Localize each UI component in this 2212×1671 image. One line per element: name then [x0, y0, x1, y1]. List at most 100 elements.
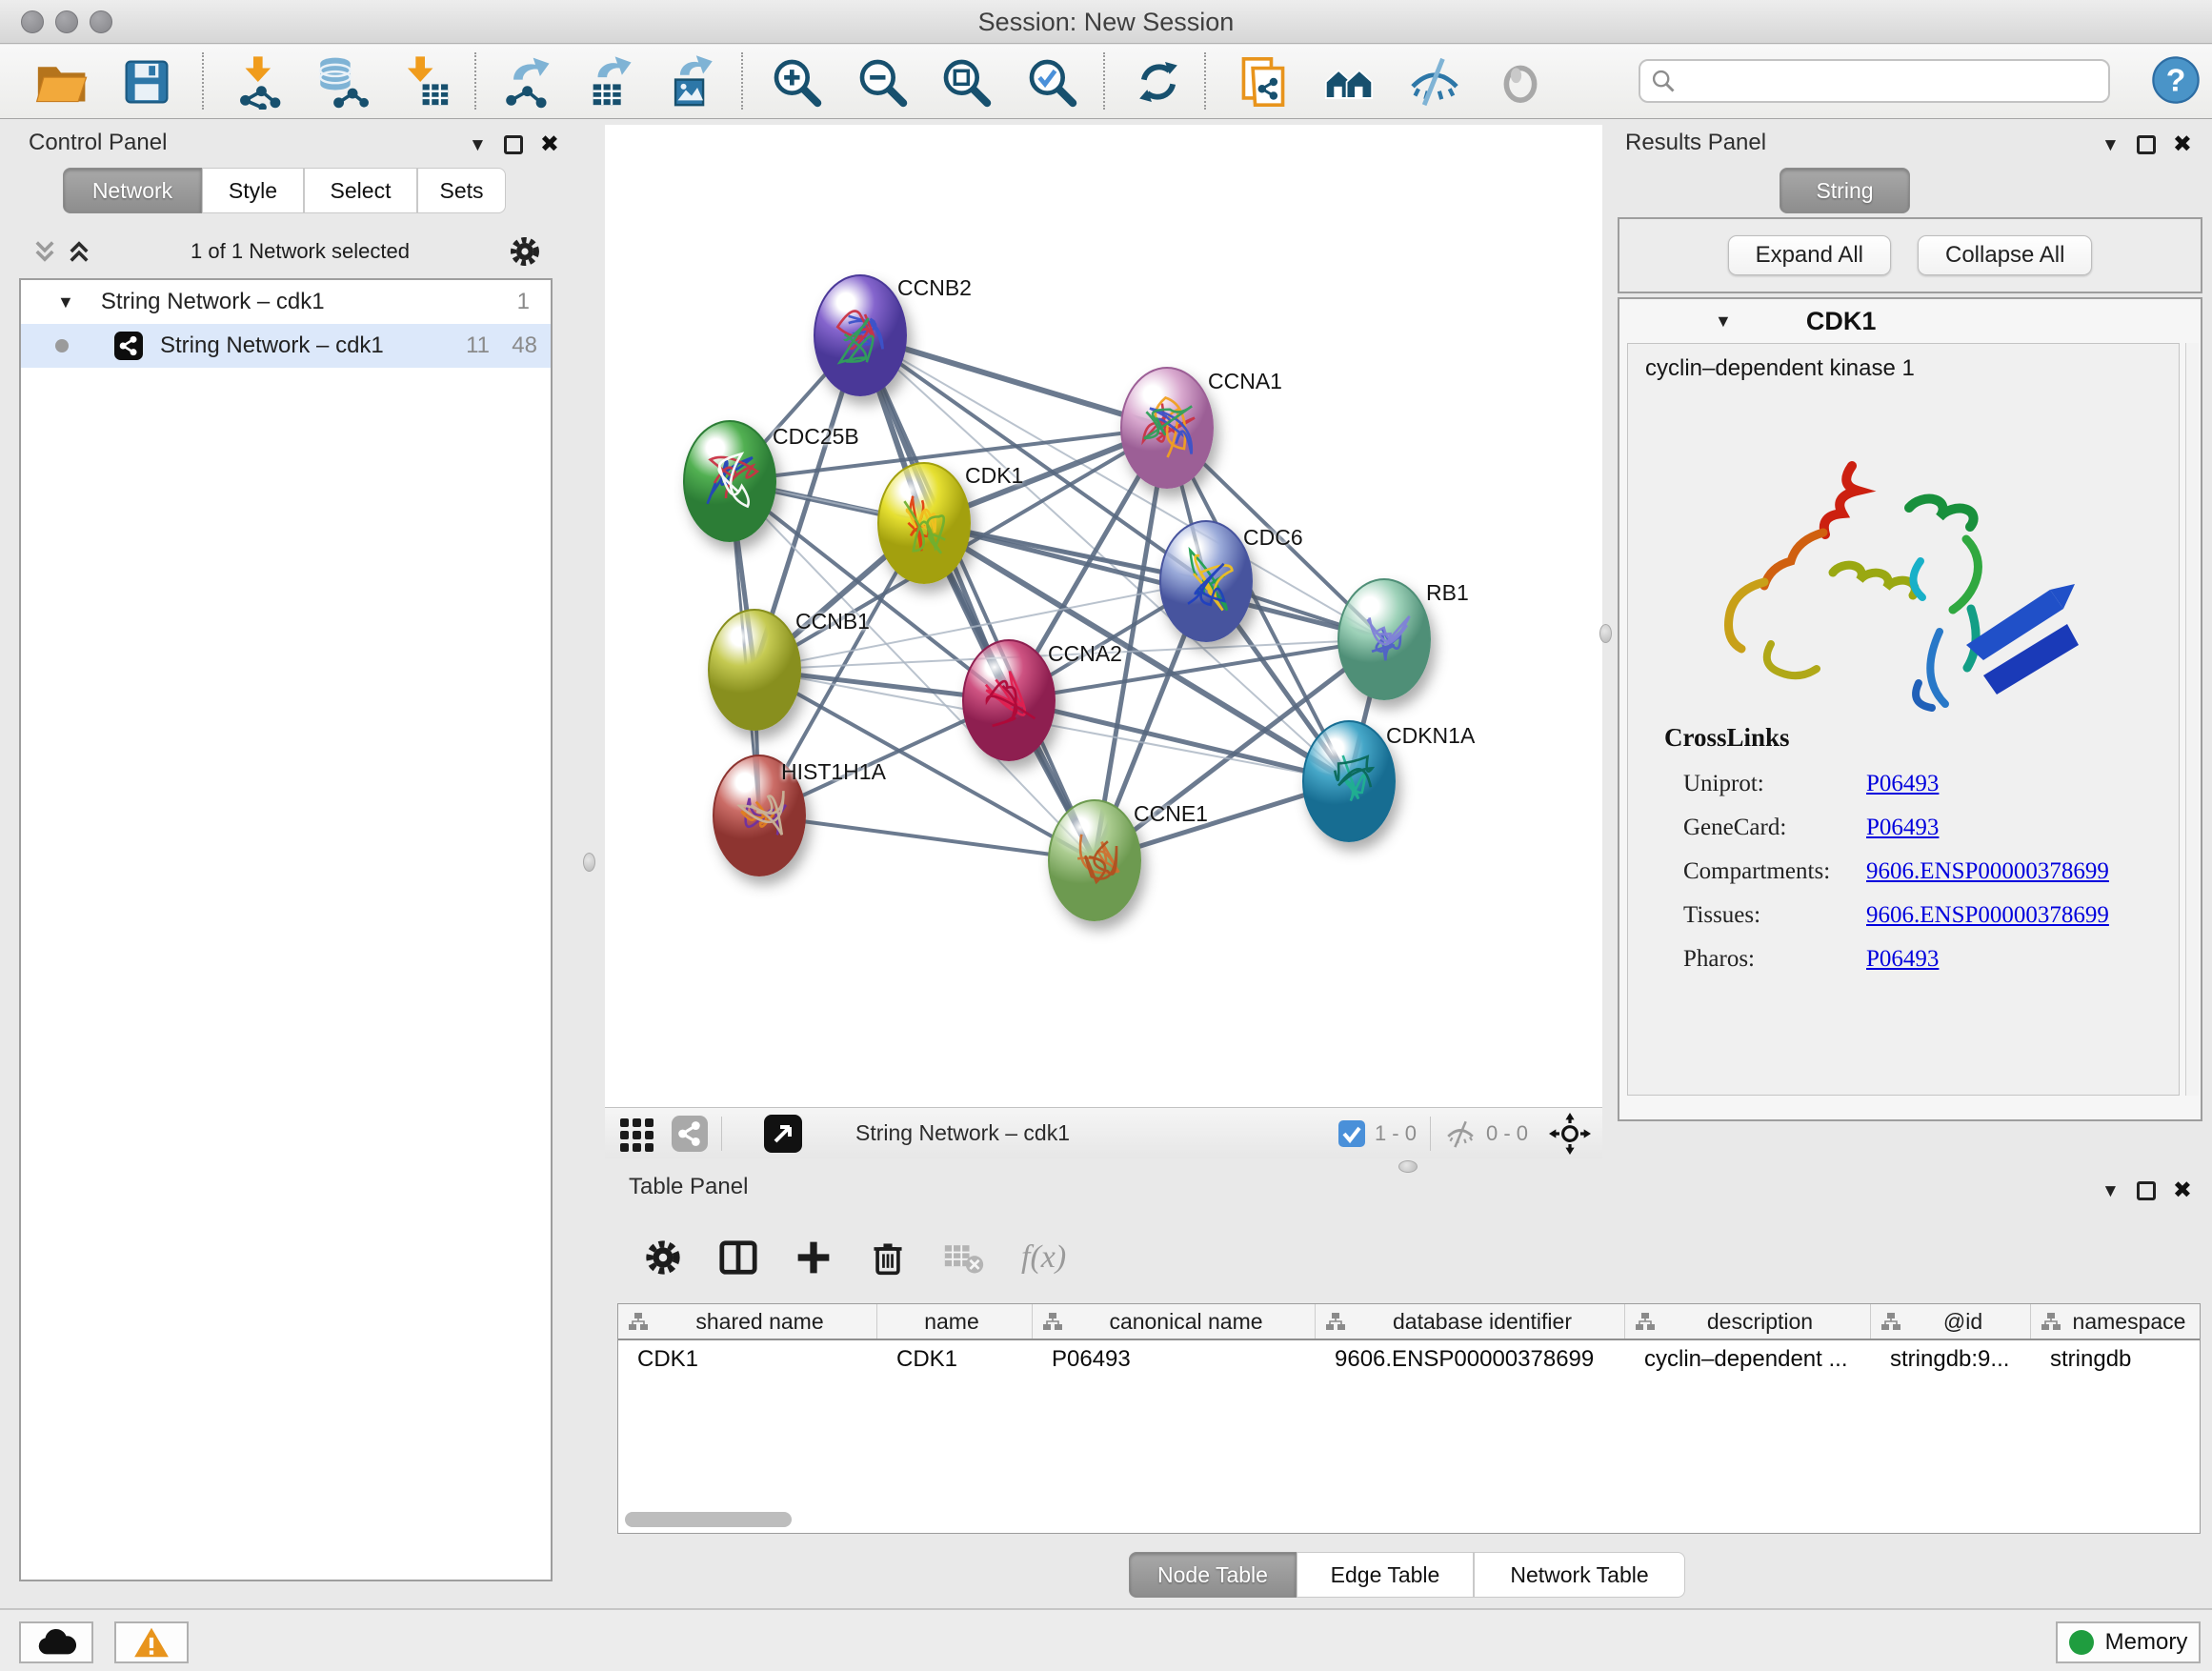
crosslink-link[interactable]: P06493 [1866, 946, 1939, 973]
network-options-gear-icon[interactable] [509, 235, 541, 268]
bottom-splitter-handle[interactable] [1398, 1160, 1418, 1173]
zoom-out-button[interactable] [852, 51, 913, 112]
network-collection-row[interactable]: ▼ String Network – cdk1 1 [21, 280, 551, 324]
network-share-gray-icon[interactable] [672, 1116, 708, 1152]
float-panel-icon[interactable] [2137, 1181, 2156, 1200]
network-node-ccna2[interactable] [962, 639, 1056, 761]
import-table-file-button[interactable] [394, 51, 455, 112]
panel-menu-icon[interactable]: ▼ [2101, 1182, 2120, 1200]
show-all-button[interactable] [1490, 51, 1551, 112]
tab-network-table[interactable]: Network Table [1474, 1552, 1685, 1598]
zoom-in-button[interactable] [766, 51, 827, 112]
sort-hierarchy-icon[interactable] [1042, 1311, 1063, 1332]
memory-button[interactable]: Memory [2056, 1621, 2201, 1663]
close-panel-icon[interactable]: ✖ [2173, 133, 2192, 156]
import-network-file-button[interactable] [229, 51, 290, 112]
table-cell[interactable]: CDK1 [877, 1346, 1033, 1373]
network-row[interactable]: String Network – cdk1 11 48 [21, 324, 551, 368]
clone-network-button[interactable] [1233, 51, 1294, 112]
table-cell[interactable]: CDK1 [618, 1346, 877, 1373]
left-splitter-handle[interactable] [583, 853, 595, 872]
warnings-button[interactable] [114, 1621, 189, 1663]
zoom-selected-button[interactable] [1021, 51, 1082, 112]
network-node-ccnb1[interactable] [708, 609, 801, 731]
horizontal-scrollbar-thumb[interactable] [625, 1512, 792, 1527]
network-node-ccnb2[interactable] [814, 274, 907, 396]
column-header-description[interactable]: description [1625, 1304, 1871, 1339]
network-edge[interactable] [860, 335, 1095, 860]
save-session-button[interactable] [116, 51, 177, 112]
refresh-button[interactable] [1128, 51, 1189, 112]
sort-hierarchy-icon[interactable] [1635, 1311, 1656, 1332]
sort-hierarchy-icon[interactable] [1325, 1311, 1346, 1332]
column-header-database-identifier[interactable]: database identifier [1316, 1304, 1625, 1339]
sort-hierarchy-icon[interactable] [628, 1311, 649, 1332]
selected-checkbox-icon[interactable] [1338, 1120, 1365, 1147]
export-network-button[interactable] [499, 51, 560, 112]
column-header-shared-name[interactable]: shared name [618, 1304, 877, 1339]
tab-sets[interactable]: Sets [417, 168, 506, 213]
cloud-status-button[interactable] [19, 1621, 93, 1663]
float-panel-icon[interactable] [2137, 135, 2156, 154]
panel-menu-icon[interactable]: ▼ [469, 136, 487, 154]
help-button[interactable]: ? [2145, 50, 2206, 111]
table-cell[interactable]: cyclin–dependent ... [1625, 1346, 1871, 1373]
hide-selected-button[interactable] [1404, 51, 1465, 112]
table-cell[interactable]: P06493 [1033, 1346, 1316, 1373]
column-header-canonical-name[interactable]: canonical name [1033, 1304, 1316, 1339]
tab-string[interactable]: String [1780, 168, 1910, 213]
crosslink-link[interactable]: P06493 [1866, 815, 1939, 841]
show-columns-icon[interactable] [718, 1238, 758, 1278]
tab-select[interactable]: Select [304, 168, 417, 213]
table-options-gear-icon[interactable] [644, 1238, 682, 1277]
network-canvas[interactable]: CCNB2CCNA1CDC25BCDK1CDC6RB1CCNB1CCNA2CDK… [605, 125, 1602, 1107]
network-node-ccne1[interactable] [1048, 799, 1141, 921]
sort-hierarchy-icon[interactable] [2041, 1311, 2061, 1332]
collapse-all-button[interactable]: Collapse All [1918, 235, 2092, 275]
entry-collapse-icon[interactable]: ▼ [1715, 312, 1732, 332]
table-row[interactable]: CDK1CDK1P064939606.ENSP00000378699cyclin… [618, 1340, 2200, 1379]
network-node-cdc6[interactable] [1159, 520, 1253, 642]
table-cell[interactable]: 9606.ENSP00000378699 [1316, 1346, 1625, 1373]
birds-eye-view-icon[interactable] [764, 1115, 802, 1153]
results-scrollbar[interactable] [2185, 343, 2199, 1096]
import-network-database-button[interactable] [311, 51, 372, 112]
network-node-cdk1[interactable] [877, 462, 971, 584]
collection-expand-icon[interactable]: ▼ [57, 292, 74, 312]
tab-edge-table[interactable]: Edge Table [1297, 1552, 1474, 1598]
float-panel-icon[interactable] [504, 135, 523, 154]
column-header-name[interactable]: name [877, 1304, 1033, 1339]
network-edge[interactable] [924, 523, 1384, 639]
tab-style[interactable]: Style [202, 168, 304, 213]
close-panel-icon[interactable]: ✖ [540, 133, 559, 156]
network-node-rb1[interactable] [1337, 578, 1431, 700]
crosslink-link[interactable]: P06493 [1866, 771, 1939, 797]
column-header-namespace[interactable]: namespace [2031, 1304, 2201, 1339]
search-field[interactable] [1639, 59, 2110, 103]
delete-column-icon[interactable] [869, 1238, 907, 1277]
table-cell[interactable]: stringdb [2031, 1346, 2201, 1373]
fit-selected-crosshair-icon[interactable] [1549, 1113, 1591, 1155]
search-input[interactable] [1677, 68, 2086, 94]
sort-hierarchy-icon[interactable] [1880, 1311, 1901, 1332]
network-node-cdkn1a[interactable] [1302, 720, 1396, 842]
network-node-cdc25b[interactable] [683, 420, 776, 542]
crosslink-link[interactable]: 9606.ENSP00000378699 [1866, 902, 2109, 929]
panel-menu-icon[interactable]: ▼ [2101, 136, 2120, 154]
export-image-button[interactable] [661, 51, 722, 112]
right-splitter-handle[interactable] [1599, 624, 1612, 643]
grid-view-icon[interactable] [618, 1115, 656, 1153]
network-node-ccna1[interactable] [1120, 367, 1214, 489]
column-header--id[interactable]: @id [1871, 1304, 2031, 1339]
expand-all-icon[interactable] [67, 239, 91, 264]
gene-entry-header[interactable]: ▼ CDK1 [1619, 299, 2201, 343]
expand-all-button[interactable]: Expand All [1728, 235, 1891, 275]
tab-network[interactable]: Network [63, 168, 202, 213]
add-column-icon[interactable] [794, 1238, 833, 1277]
close-panel-icon[interactable]: ✖ [2173, 1179, 2192, 1202]
collapse-all-icon[interactable] [32, 239, 57, 264]
first-neighbors-button[interactable] [1318, 51, 1379, 112]
open-session-button[interactable] [30, 51, 91, 112]
export-table-button[interactable] [581, 51, 642, 112]
tab-node-table[interactable]: Node Table [1129, 1552, 1297, 1598]
